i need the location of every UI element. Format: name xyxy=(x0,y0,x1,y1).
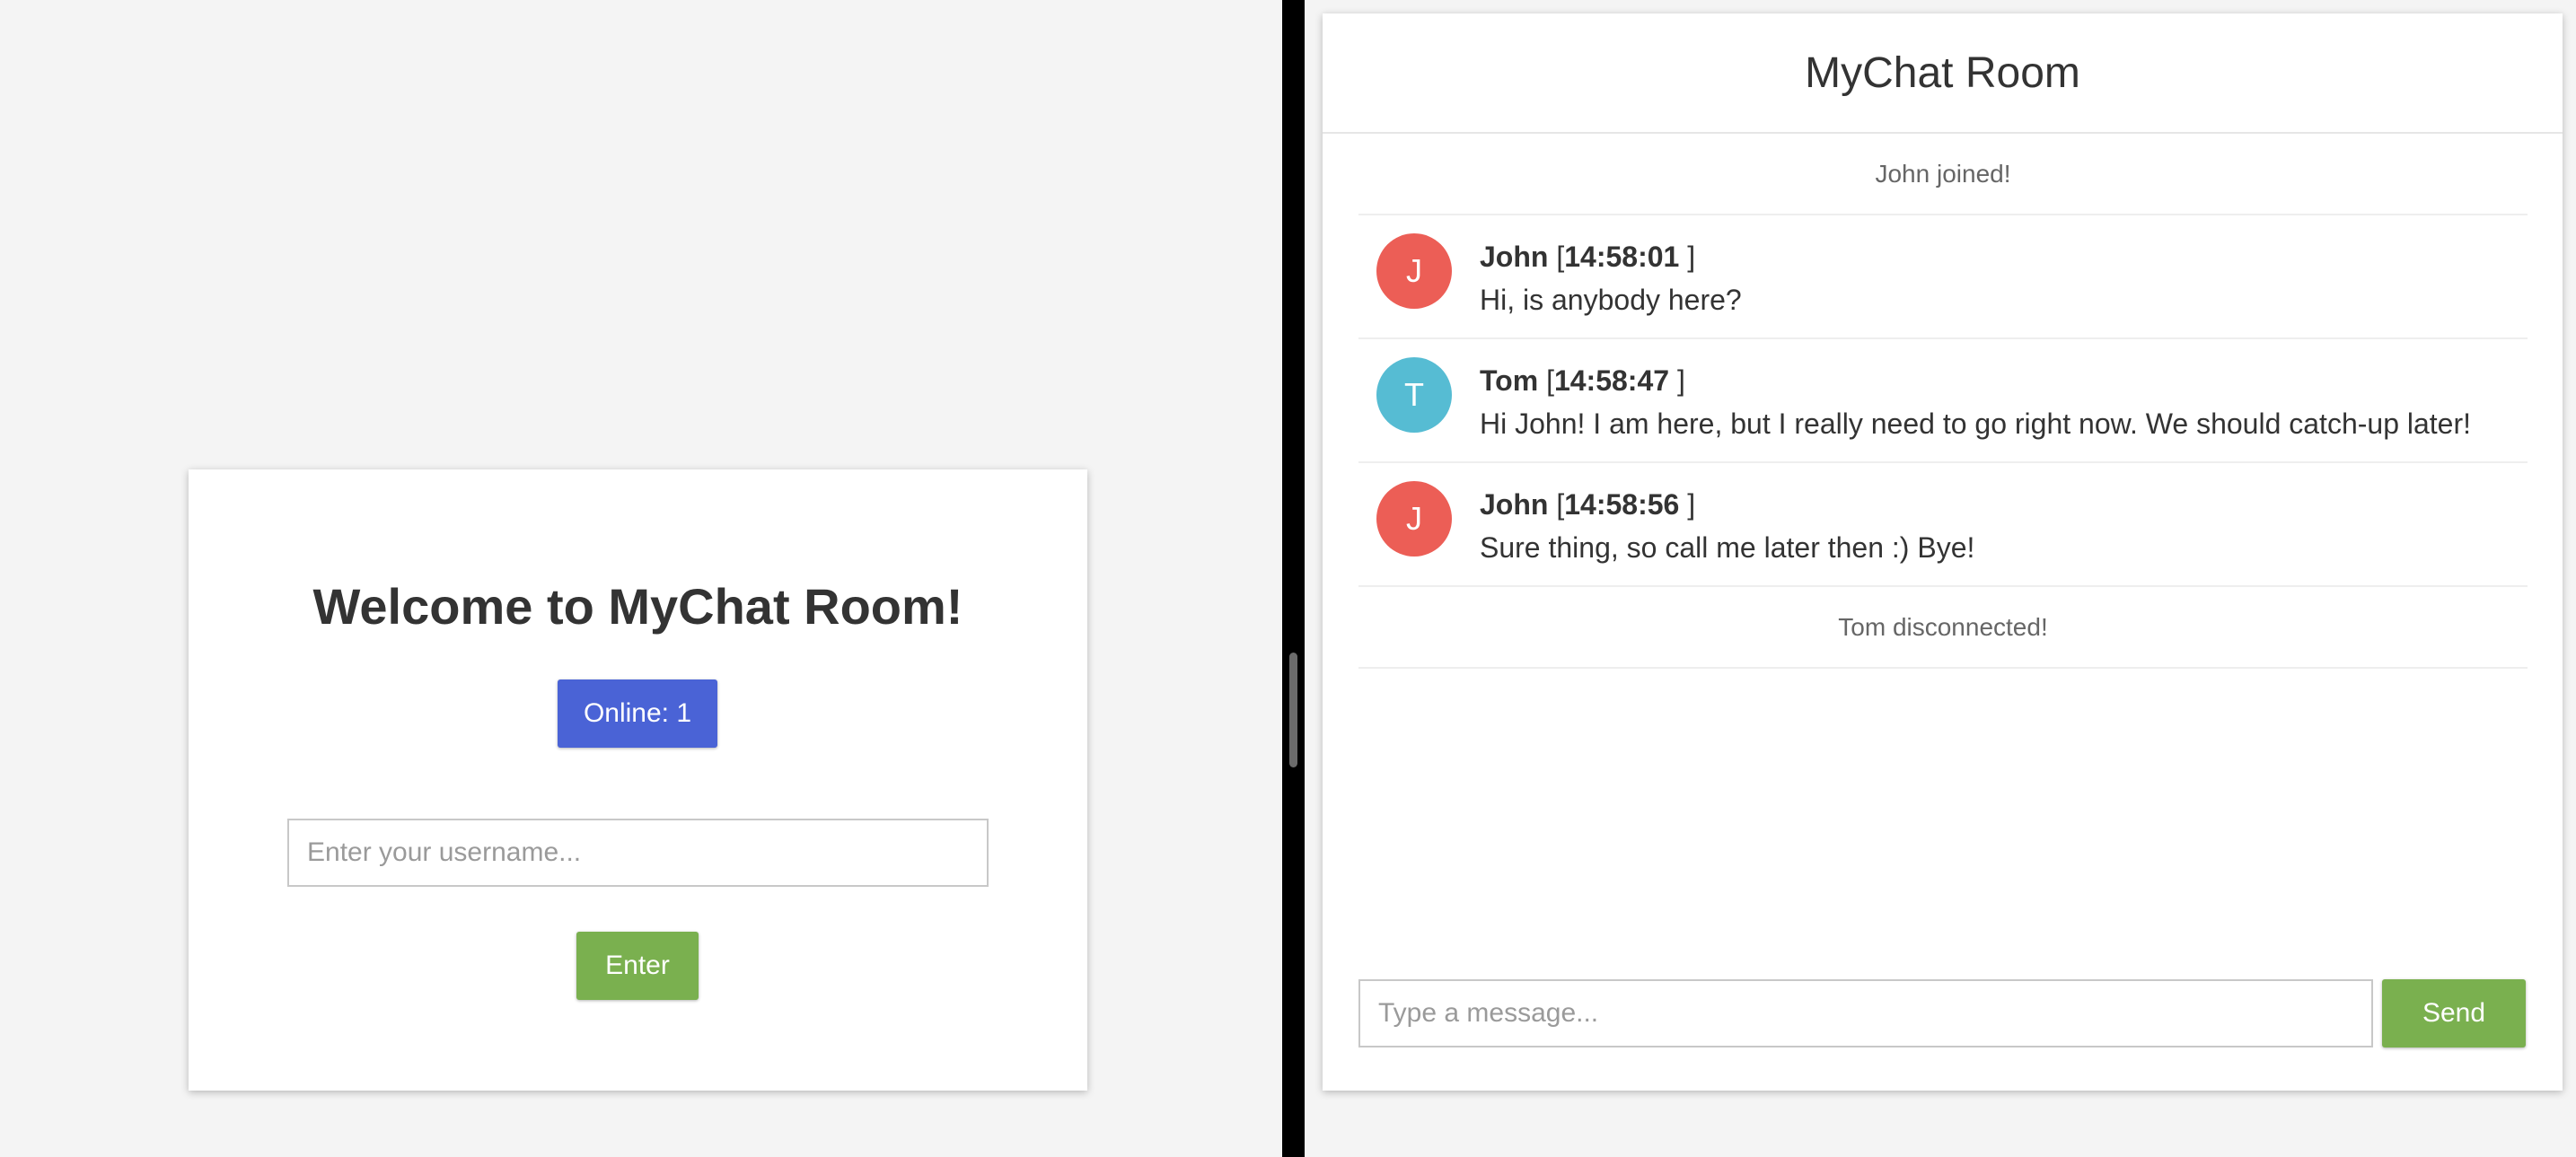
avatar: T xyxy=(1376,357,1452,433)
message-timestamp: 14:58:56 xyxy=(1564,488,1680,521)
online-count-badge: Online: 1 xyxy=(558,679,717,748)
chat-message: J John [14:58:56 ] Sure thing, so call m… xyxy=(1358,463,2528,587)
welcome-title: Welcome to MyChat Room! xyxy=(312,578,963,635)
chat-header: MyChat Room xyxy=(1323,13,2563,134)
message-timestamp: 14:58:47 xyxy=(1553,364,1670,397)
send-button[interactable]: Send xyxy=(2382,979,2526,1047)
chat-title: MyChat Room xyxy=(1805,49,2080,97)
chat-message-list: John joined! J John [14:58:01 ] Hi, is a… xyxy=(1358,134,2528,669)
timestamp-bracket-close: ] xyxy=(1669,364,1685,397)
avatar: J xyxy=(1376,233,1452,309)
message-text: Hi John! I am here, but I really need to… xyxy=(1480,408,2472,440)
timestamp-bracket-open: [ xyxy=(1548,241,1565,273)
login-pane: Welcome to MyChat Room! Online: 1 Enter xyxy=(0,0,1282,1157)
chat-pane: MyChat Room John joined! J John [14:58:0… xyxy=(1305,0,2576,1157)
timestamp-bracket-open: [ xyxy=(1548,488,1565,521)
timestamp-bracket-open: [ xyxy=(1538,364,1554,397)
username-input[interactable] xyxy=(287,819,989,887)
enter-button[interactable]: Enter xyxy=(576,932,699,1000)
chat-message: T Tom [14:58:47 ] Hi John! I am here, bu… xyxy=(1358,339,2528,463)
timestamp-bracket-close: ] xyxy=(1679,488,1696,521)
chat-event: John joined! xyxy=(1358,134,2528,215)
message-timestamp: 14:58:01 xyxy=(1564,241,1680,273)
message-input[interactable] xyxy=(1358,979,2373,1047)
timestamp-bracket-close: ] xyxy=(1679,241,1696,273)
message-header: Tom [14:58:47 ] xyxy=(1480,364,1685,398)
avatar: J xyxy=(1376,481,1452,557)
chat-event: Tom disconnected! xyxy=(1358,587,2528,669)
pane-divider xyxy=(1282,0,1305,1157)
divider-drag-handle[interactable] xyxy=(1289,653,1297,767)
message-sender: Tom xyxy=(1480,364,1539,397)
welcome-card: Welcome to MyChat Room! Online: 1 Enter xyxy=(189,469,1087,1091)
chat-message: J John [14:58:01 ] Hi, is anybody here? xyxy=(1358,215,2528,339)
message-text: Hi, is anybody here? xyxy=(1480,284,1742,316)
message-sender: John xyxy=(1480,241,1549,273)
message-header: John [14:58:01 ] xyxy=(1480,241,1695,274)
chat-panel: MyChat Room John joined! J John [14:58:0… xyxy=(1323,13,2563,1091)
message-header: John [14:58:56 ] xyxy=(1480,488,1695,522)
message-sender: John xyxy=(1480,488,1549,521)
message-text: Sure thing, so call me later then :) Bye… xyxy=(1480,531,1975,564)
